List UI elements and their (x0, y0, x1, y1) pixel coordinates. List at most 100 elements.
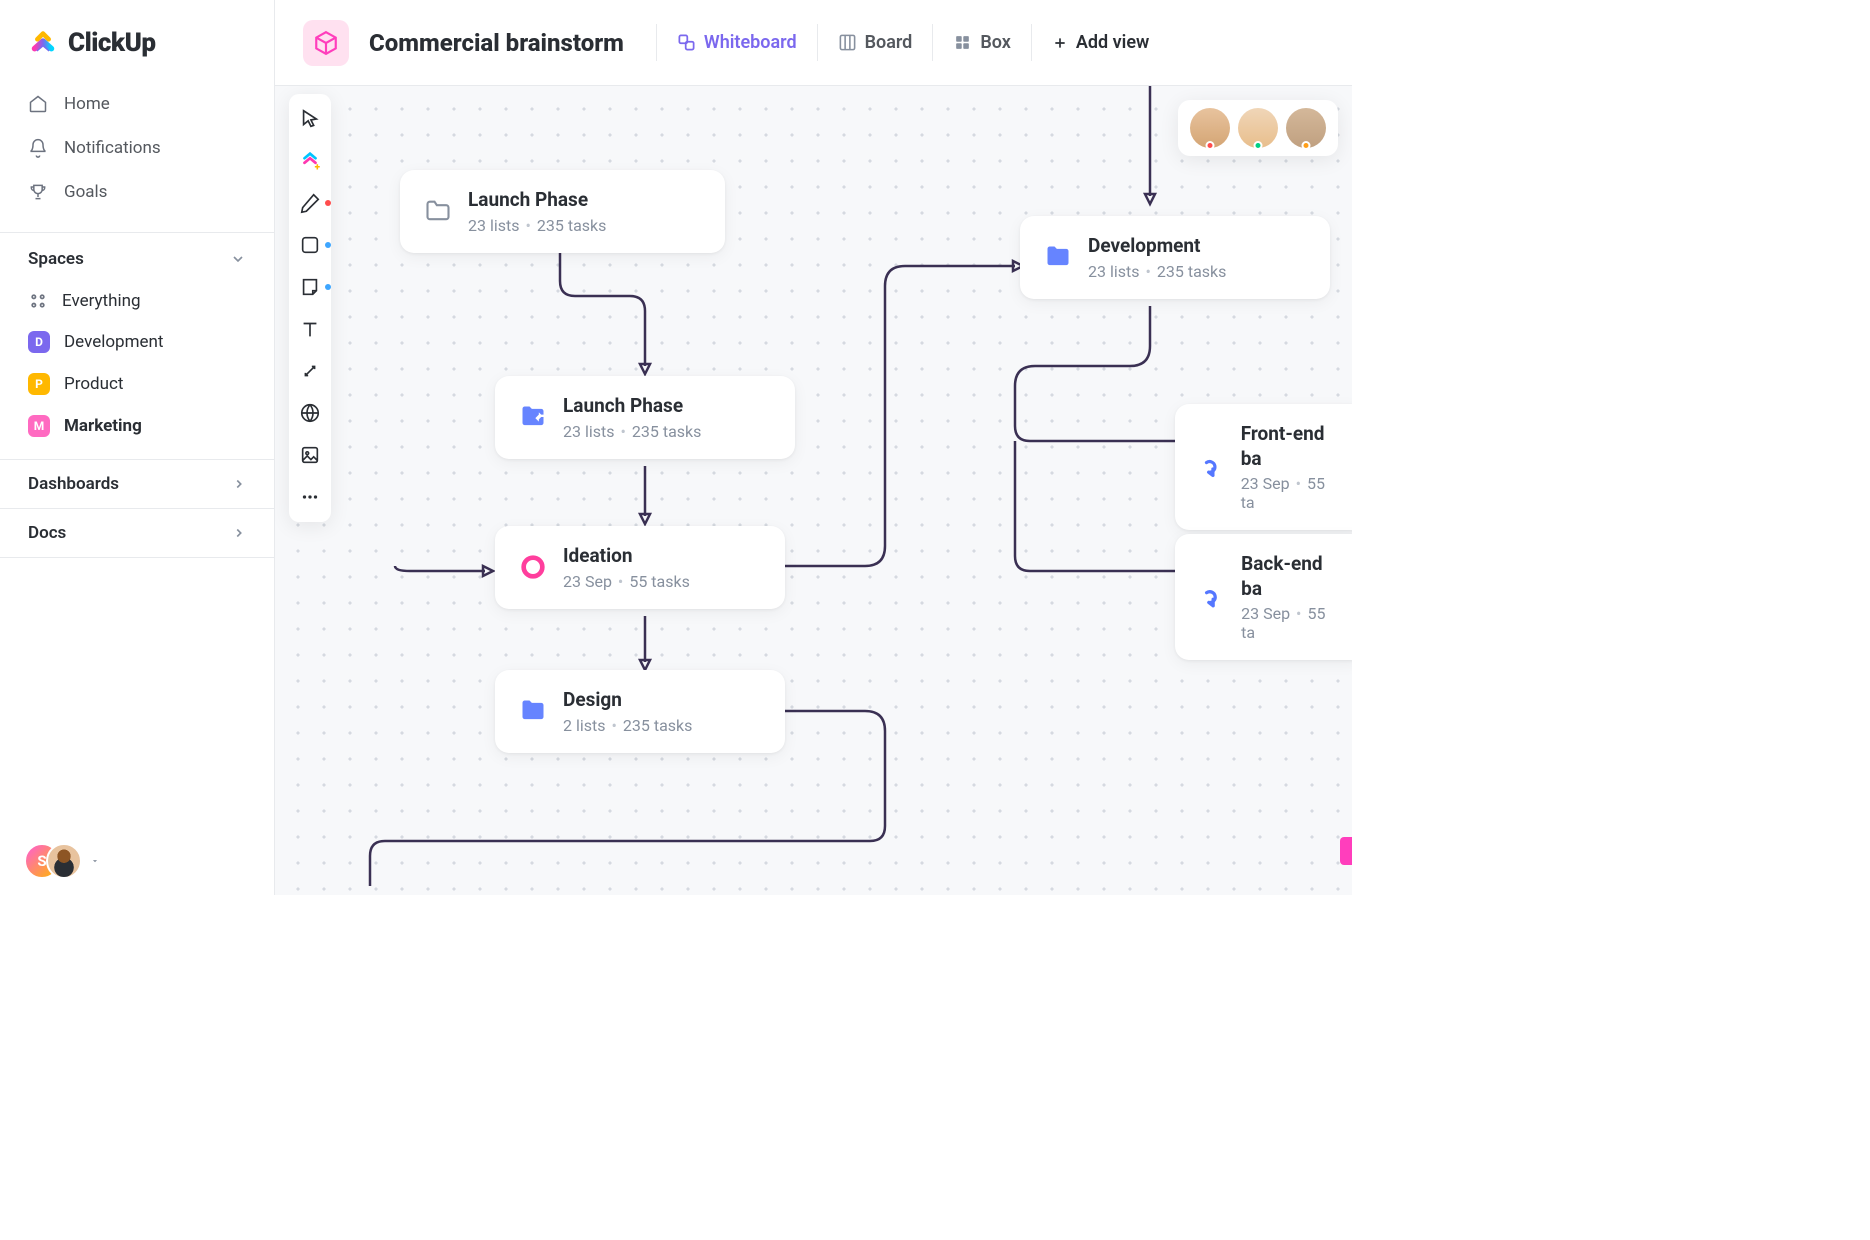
sidebar-item-everything[interactable]: Everything (0, 281, 274, 321)
space-badge: M (28, 415, 50, 437)
sidebar-item-label: Development (64, 332, 163, 352)
tool-image[interactable] (299, 444, 321, 466)
loop-arrow-icon (1199, 453, 1225, 481)
node-meta: 23 lists•235 tasks (468, 216, 606, 235)
sidebar-section-docs[interactable]: Docs (0, 508, 274, 558)
whiteboard-canvas[interactable]: + (275, 86, 1352, 895)
node-meta: 23 Sep•55 tasks (563, 572, 690, 591)
status-ring-icon (519, 553, 547, 581)
caret-down-icon (90, 856, 100, 866)
view-tabs: Whiteboard Board Box Add view (656, 24, 1169, 61)
sidebar-item-label: Product (64, 374, 123, 394)
sidebar-item-marketing[interactable]: M Marketing (0, 405, 274, 447)
spaces-header[interactable]: Spaces (0, 232, 274, 281)
tab-whiteboard[interactable]: Whiteboard (656, 24, 817, 61)
node-meta: 23 Sep•55 ta (1241, 474, 1341, 512)
tool-sticky-note[interactable] (299, 276, 321, 298)
color-dot (325, 200, 331, 206)
nav-goals[interactable]: Goals (14, 170, 260, 214)
tool-cursor[interactable] (299, 108, 321, 130)
add-view-button[interactable]: Add view (1031, 24, 1169, 61)
folder-icon (424, 197, 452, 225)
tab-label: Whiteboard (704, 32, 797, 53)
node-design[interactable]: Design 2 lists•235 tasks (495, 670, 785, 753)
tool-text[interactable] (299, 318, 321, 340)
node-title: Launch Phase (468, 188, 606, 213)
presence-bar[interactable] (1178, 100, 1338, 156)
presence-avatar[interactable] (1190, 108, 1230, 148)
tool-more[interactable] (299, 486, 321, 508)
node-ideation[interactable]: Ideation 23 Sep•55 tasks (495, 526, 785, 609)
sync-folder-icon (1044, 243, 1072, 271)
node-title: Back-end ba (1241, 552, 1341, 601)
tab-board[interactable]: Board (817, 24, 933, 61)
space-badge: P (28, 373, 50, 395)
tab-label: Board (865, 32, 913, 53)
nav-label: Home (64, 94, 110, 114)
node-backend[interactable]: Back-end ba 23 Sep•55 ta (1175, 534, 1352, 660)
section-label: Docs (28, 523, 66, 543)
nav-label: Goals (64, 182, 107, 202)
section-label: Dashboards (28, 474, 119, 494)
box-icon (953, 33, 972, 52)
grid-dots-icon (28, 291, 48, 311)
cursor-presence-indicator (1340, 837, 1352, 865)
node-meta: 23 lists•235 tasks (1088, 262, 1226, 281)
tab-box[interactable]: Box (932, 24, 1031, 61)
chevron-right-icon (232, 526, 246, 540)
presence-avatar[interactable] (1238, 108, 1278, 148)
tool-shape[interactable] (299, 234, 321, 256)
logo[interactable]: ClickUp (0, 0, 274, 78)
topbar: Commercial brainstorm Whiteboard Board B… (275, 0, 1352, 86)
node-meta: 23 lists•235 tasks (563, 422, 701, 441)
tab-label: Box (980, 32, 1011, 53)
project-title: Commercial brainstorm (369, 29, 624, 57)
nav-home[interactable]: Home (14, 82, 260, 126)
board-icon (838, 33, 857, 52)
node-meta: 23 Sep•55 ta (1241, 604, 1341, 642)
space-badge: D (28, 331, 50, 353)
user-avatar-photo (46, 843, 82, 879)
primary-nav: Home Notifications Goals (0, 78, 274, 218)
spaces-header-label: Spaces (28, 249, 84, 269)
whiteboard-toolbox: + (289, 94, 331, 522)
user-menu[interactable]: S (0, 827, 274, 895)
trophy-icon (28, 182, 48, 202)
sync-folder-icon (519, 697, 547, 725)
node-title: Design (563, 688, 692, 713)
sidebar-section-dashboards[interactable]: Dashboards (0, 459, 274, 508)
plus-icon (1052, 35, 1068, 51)
app-name: ClickUp (68, 28, 156, 58)
loop-arrow-icon (1199, 583, 1225, 611)
sidebar-item-label: Everything (62, 291, 141, 311)
color-dot (325, 242, 331, 248)
bell-icon (28, 138, 48, 158)
tool-clickup[interactable]: + (299, 150, 321, 172)
sidebar-item-product[interactable]: P Product (0, 363, 274, 405)
presence-avatar[interactable] (1286, 108, 1326, 148)
node-meta: 2 lists•235 tasks (563, 716, 692, 735)
tool-connector[interactable] (299, 360, 321, 382)
tool-pen[interactable] (299, 192, 321, 214)
node-launch-folder[interactable]: Launch Phase 23 lists•235 tasks (400, 170, 725, 253)
color-dot (325, 284, 331, 290)
node-launch-phase[interactable]: Launch Phase 23 lists•235 tasks (495, 376, 795, 459)
node-title: Launch Phase (563, 394, 701, 419)
nav-label: Notifications (64, 138, 161, 158)
node-development[interactable]: Development 23 lists•235 tasks (1020, 216, 1330, 299)
home-icon (28, 94, 48, 114)
sidebar-item-label: Marketing (64, 416, 142, 436)
chevron-right-icon (232, 477, 246, 491)
sync-folder-icon (519, 403, 547, 431)
sidebar-item-development[interactable]: D Development (0, 321, 274, 363)
chevron-down-icon (230, 251, 246, 267)
svg-text:+: + (315, 162, 321, 172)
add-view-label: Add view (1076, 32, 1149, 53)
clickup-logo-icon (28, 28, 58, 58)
node-title: Ideation (563, 544, 690, 569)
tool-web[interactable] (299, 402, 321, 424)
avatar-stack: S (24, 843, 82, 879)
node-frontend[interactable]: Front-end ba 23 Sep•55 ta (1175, 404, 1352, 530)
main: Commercial brainstorm Whiteboard Board B… (275, 0, 1352, 895)
nav-notifications[interactable]: Notifications (14, 126, 260, 170)
